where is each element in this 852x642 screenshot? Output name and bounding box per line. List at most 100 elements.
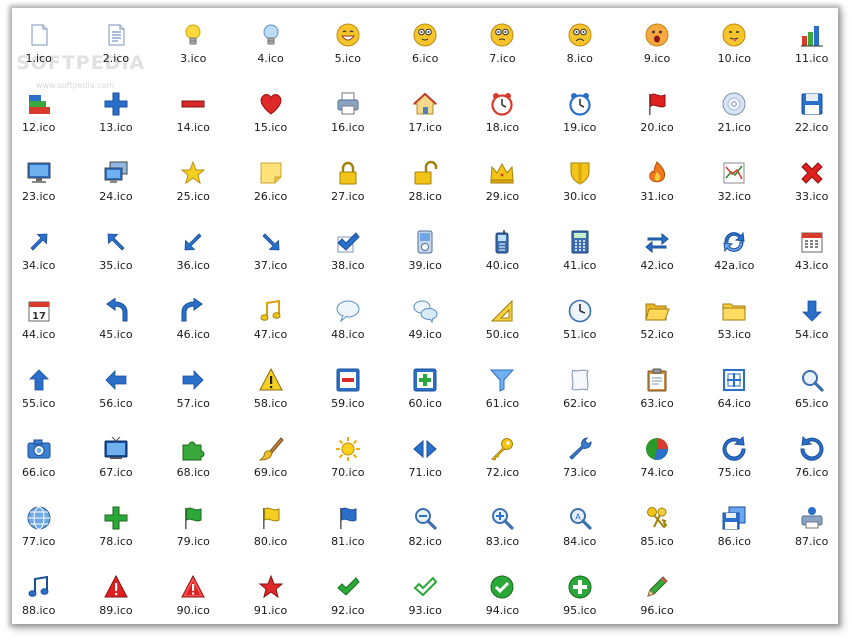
icon-item[interactable]: 73.ico [545,426,615,492]
icon-item[interactable]: 33.ico [777,150,847,216]
icon-item[interactable]: 16.ico [313,81,383,147]
icon-item[interactable]: 26.ico [236,150,306,216]
icon-item[interactable]: 18.ico [467,81,537,147]
icon-item[interactable]: 17.ico [390,81,460,147]
icon-item[interactable]: 29.ico [467,150,537,216]
icon-item[interactable]: 5.ico [313,12,383,78]
icon-item[interactable]: 36.ico [158,219,228,285]
icon-item[interactable]: 54.ico [777,288,847,354]
icon-item[interactable]: 2.ico [81,12,151,78]
icon-item[interactable]: 88.ico [4,564,74,630]
icon-item[interactable]: 80.ico [236,495,306,561]
icon-item[interactable]: 14.ico [158,81,228,147]
icon-item[interactable]: 91.ico [236,564,306,630]
icon-item[interactable]: 49.ico [390,288,460,354]
icon-item[interactable]: 75.ico [699,426,769,492]
icon-item[interactable]: 4.ico [236,12,306,78]
icon-item[interactable]: 52.ico [622,288,692,354]
icon-item[interactable]: 86.ico [699,495,769,561]
icon-item[interactable]: 21.ico [699,81,769,147]
icon-item[interactable]: 9.ico [622,12,692,78]
icon-item[interactable]: 12.ico [4,81,74,147]
icon-item[interactable]: 70.ico [313,426,383,492]
icon-item[interactable]: 66.ico [4,426,74,492]
icon-item[interactable]: 93.ico [390,564,460,630]
icon-item[interactable]: 63.ico [622,357,692,423]
icon-item[interactable]: 46.ico [158,288,228,354]
icon-item[interactable]: 24.ico [81,150,151,216]
icon-item[interactable]: 78.ico [81,495,151,561]
icon-item[interactable]: 1744.ico [4,288,74,354]
icon-item[interactable]: 19.ico [545,81,615,147]
refresh-arrows-icon [721,229,747,255]
icon-item[interactable]: 96.ico [622,564,692,630]
icon-item[interactable]: 76.ico [777,426,847,492]
icon-item[interactable]: 69.ico [236,426,306,492]
icon-item[interactable]: 39.ico [390,219,460,285]
icon-item[interactable]: 55.ico [4,357,74,423]
icon-item[interactable]: 34.ico [4,219,74,285]
icon-item[interactable]: 72.ico [467,426,537,492]
icon-item[interactable]: 10.ico [699,12,769,78]
icon-item[interactable]: 25.ico [158,150,228,216]
icon-item[interactable]: 50.ico [467,288,537,354]
icon-item[interactable]: 94.ico [467,564,537,630]
icon-item[interactable]: 89.ico [81,564,151,630]
icon-item[interactable]: 27.ico [313,150,383,216]
icon-item[interactable]: 45.ico [81,288,151,354]
icon-item[interactable]: 37.ico [236,219,306,285]
icon-item[interactable]: 81.ico [313,495,383,561]
icon-item[interactable]: 42.ico [622,219,692,285]
icon-item[interactable]: 3.ico [158,12,228,78]
icon-item[interactable]: 68.ico [158,426,228,492]
icon-item[interactable]: 6.ico [390,12,460,78]
icon-item[interactable]: 48.ico [313,288,383,354]
icon-item[interactable]: 61.ico [467,357,537,423]
icon-item[interactable]: 65.ico [777,357,847,423]
icon-item[interactable]: 13.ico [81,81,151,147]
icon-item[interactable]: 41.ico [545,219,615,285]
icon-item[interactable]: 47.ico [236,288,306,354]
icon-item[interactable]: 62.ico [545,357,615,423]
icon-item[interactable]: 77.ico [4,495,74,561]
icon-item[interactable]: 20.ico [622,81,692,147]
icon-item[interactable]: 60.ico [390,357,460,423]
icon-item[interactable]: 30.ico [545,150,615,216]
icon-item[interactable]: 42a.ico [699,219,769,285]
icon-item[interactable]: 40.ico [467,219,537,285]
icon-item[interactable]: 22.ico [777,81,847,147]
alarm-clock-blue-icon [567,91,593,117]
icon-item[interactable]: 1.ico [4,12,74,78]
icon-item[interactable]: 83.ico [467,495,537,561]
icon-item[interactable]: 59.ico [313,357,383,423]
icon-item[interactable]: 38.ico [313,219,383,285]
icon-item[interactable]: 11.ico [777,12,847,78]
icon-item[interactable]: 92.ico [313,564,383,630]
icon-item[interactable]: 28.ico [390,150,460,216]
icon-item[interactable]: 51.ico [545,288,615,354]
icon-item[interactable]: A84.ico [545,495,615,561]
icon-item[interactable]: 15.ico [236,81,306,147]
chat-bubbles-icon [412,298,438,324]
icon-item[interactable]: 57.ico [158,357,228,423]
icon-item[interactable]: 87.ico [777,495,847,561]
icon-item[interactable]: 53.ico [699,288,769,354]
icon-item[interactable]: 35.ico [81,219,151,285]
icon-item[interactable]: 23.ico [4,150,74,216]
icon-item[interactable]: 58.ico [236,357,306,423]
icon-item[interactable]: 90.ico [158,564,228,630]
icon-item[interactable]: 31.ico [622,150,692,216]
icon-item[interactable]: 56.ico [81,357,151,423]
icon-item[interactable]: 8.ico [545,12,615,78]
icon-item[interactable]: 43.ico [777,219,847,285]
icon-item[interactable]: 67.ico [81,426,151,492]
icon-item[interactable]: 79.ico [158,495,228,561]
icon-item[interactable]: 95.ico [545,564,615,630]
icon-item[interactable]: 71.ico [390,426,460,492]
icon-item[interactable]: 64.ico [699,357,769,423]
icon-item[interactable]: 82.ico [390,495,460,561]
icon-item[interactable]: 32.ico [699,150,769,216]
icon-item[interactable]: 85.ico [622,495,692,561]
icon-item[interactable]: 74.ico [622,426,692,492]
icon-item[interactable]: 7.ico [467,12,537,78]
